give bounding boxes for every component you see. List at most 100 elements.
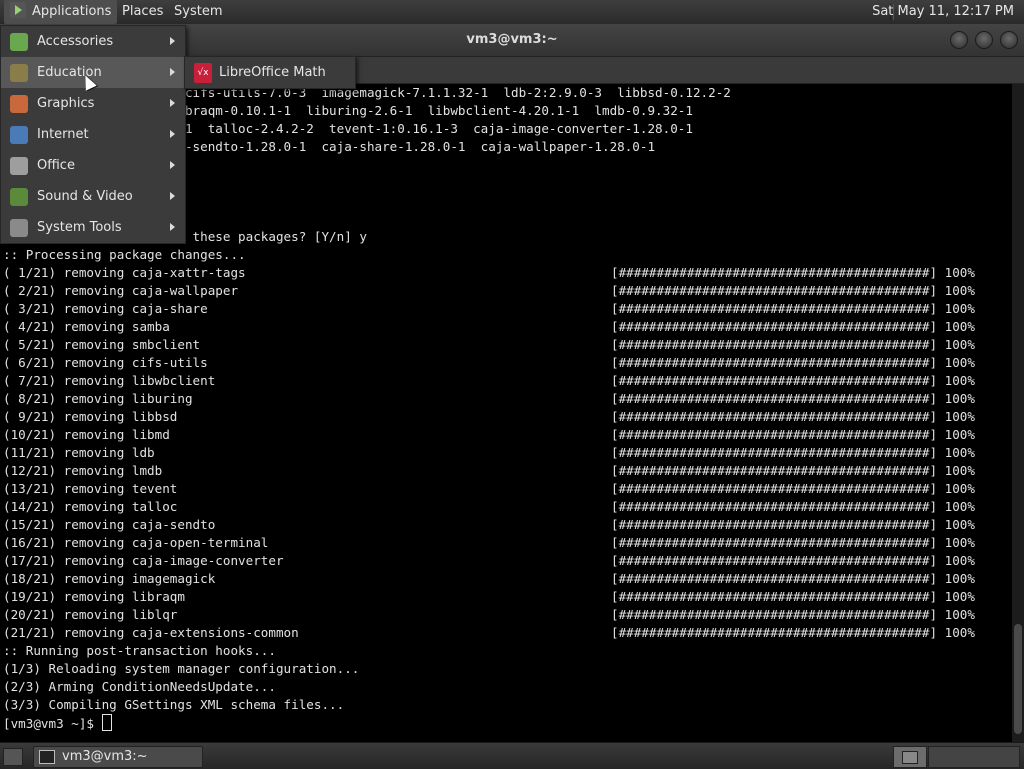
workspace-1[interactable] xyxy=(893,746,927,768)
terminal-line: ( 2/21) removing caja-wallpaper xyxy=(3,283,239,298)
terminal-line: (2/3) Arming ConditionNeedsUpdate... xyxy=(3,679,276,694)
submenu-item-label: LibreOffice Math xyxy=(219,65,326,80)
terminal-line: [vm3@vm3 ~]$ xyxy=(3,714,112,733)
terminal-line: (12/21) removing lmdb xyxy=(3,463,163,478)
menu-item-label: Office xyxy=(37,158,75,173)
menu-item-label: System Tools xyxy=(37,220,122,235)
submenu-arrow-icon xyxy=(170,130,175,138)
applications-menu[interactable]: Applications xyxy=(4,0,118,24)
accessories-icon xyxy=(10,33,28,51)
menu-item-label: Accessories xyxy=(37,34,114,49)
terminal-line: (1/3) Reloading system manager configura… xyxy=(3,661,360,676)
progress-bar-text: [#######################################… xyxy=(611,445,975,460)
terminal-line: (14/21) removing talloc xyxy=(3,499,178,514)
menu-item-office[interactable]: Office xyxy=(1,150,185,181)
terminal-line: ( 3/21) removing caja-share xyxy=(3,301,208,316)
progress-bar-text: [#######################################… xyxy=(611,571,975,586)
applications-dropdown: Accessories Education Graphics Internet Offi… xyxy=(0,25,186,244)
progress-bar-text: [#######################################… xyxy=(611,337,975,352)
menu-item-graphics[interactable]: Graphics xyxy=(1,88,185,119)
terminal-cursor xyxy=(101,714,112,731)
menu-item-accessories[interactable]: Accessories xyxy=(1,26,185,57)
progress-bar-text: [#######################################… xyxy=(611,625,975,640)
terminal-line: (15/21) removing caja-sendto xyxy=(3,517,216,532)
graphics-icon xyxy=(10,95,28,113)
progress-bar-text: [#######################################… xyxy=(611,355,975,370)
education-submenu: √x LibreOffice Math xyxy=(184,56,356,89)
scrollbar-thumb[interactable] xyxy=(1014,624,1022,734)
progress-bar-text: [#######################################… xyxy=(611,553,975,568)
menu-item-internet[interactable]: Internet xyxy=(1,119,185,150)
terminal-line: (21/21) removing caja-extensions-common xyxy=(3,625,299,640)
places-menu[interactable]: Places xyxy=(116,0,169,24)
maximize-button[interactable] xyxy=(975,31,993,49)
places-menu-label: Places xyxy=(122,4,164,19)
terminal-line: (20/21) removing liblqr xyxy=(3,607,178,622)
taskbar-button-terminal[interactable]: vm3@vm3:~ xyxy=(33,746,203,768)
progress-bar-text: [#######################################… xyxy=(611,535,975,550)
terminal-line: (11/21) removing ldb xyxy=(3,445,155,460)
terminal-line: ( 7/21) removing libwbclient xyxy=(3,373,216,388)
terminal-line: ( 5/21) removing smbclient xyxy=(3,337,201,352)
menu-item-label: Graphics xyxy=(37,96,95,111)
menu-item-label: Sound & Video xyxy=(37,189,133,204)
terminal-line: (17/21) removing caja-image-converter xyxy=(3,553,284,568)
terminal-line: :: Processing package changes... xyxy=(3,247,246,262)
terminal-line: :: Running post-transaction hooks... xyxy=(3,643,276,658)
close-button[interactable] xyxy=(1000,31,1018,49)
bottom-panel: vm3@vm3:~ xyxy=(0,742,1024,769)
education-icon xyxy=(10,64,28,82)
system-menu[interactable]: System xyxy=(168,0,228,24)
progress-bar-text: [#######################################… xyxy=(611,517,975,532)
applications-icon xyxy=(10,2,26,18)
terminal-line: (16/21) removing caja-open-terminal xyxy=(3,535,269,550)
libreoffice-math-icon: √x xyxy=(194,63,212,83)
terminal-icon xyxy=(39,750,55,764)
taskbar-button-label: vm3@vm3:~ xyxy=(62,749,148,764)
progress-bar-text: [#######################################… xyxy=(611,481,975,496)
workspace-window-thumb xyxy=(902,751,918,764)
terminal-line: ( 1/21) removing caja-xattr-tags xyxy=(3,265,246,280)
terminal-line: (18/21) removing imagemagick xyxy=(3,571,216,586)
progress-bar-text: [#######################################… xyxy=(611,463,975,478)
submenu-arrow-icon xyxy=(170,192,175,200)
submenu-item-libreoffice-math[interactable]: √x LibreOffice Math xyxy=(185,57,355,88)
progress-bar-text: [#######################################… xyxy=(611,265,975,280)
submenu-arrow-icon xyxy=(170,161,175,169)
menu-item-label: Internet xyxy=(37,127,89,142)
system-menu-label: System xyxy=(174,4,223,19)
progress-bar-text: [#######################################… xyxy=(611,373,975,388)
show-desktop-button[interactable] xyxy=(3,748,23,766)
terminal-line: ( 8/21) removing liburing xyxy=(3,391,193,406)
minimize-button[interactable] xyxy=(950,31,968,49)
progress-bar-text: [#######################################… xyxy=(611,319,975,334)
progress-bar-text: [#######################################… xyxy=(611,499,975,514)
submenu-arrow-icon xyxy=(170,99,175,107)
submenu-arrow-icon xyxy=(170,223,175,231)
progress-bar-text: [#######################################… xyxy=(611,589,975,604)
progress-bar-text: [#######################################… xyxy=(611,409,975,424)
internet-icon xyxy=(10,126,28,144)
applications-menu-label: Applications xyxy=(32,4,112,19)
office-icon xyxy=(10,157,28,175)
menu-item-system-tools[interactable]: System Tools xyxy=(1,212,185,243)
terminal-line: ( 6/21) removing cifs-utils xyxy=(3,355,208,370)
progress-bar-text: [#######################################… xyxy=(611,301,975,316)
sound-video-icon xyxy=(10,188,28,206)
terminal-line: ( 4/21) removing samba xyxy=(3,319,170,334)
clock[interactable]: Sat May 11, 12:17 PM xyxy=(866,0,1020,24)
top-panel: Applications Places System Sat May 11, 1… xyxy=(0,0,1024,25)
progress-bar-text: [#######################################… xyxy=(611,427,975,442)
menu-item-sound-video[interactable]: Sound & Video xyxy=(1,181,185,212)
system-tools-icon xyxy=(10,219,28,237)
terminal-line: (19/21) removing libraqm xyxy=(3,589,185,604)
workspace-2[interactable] xyxy=(928,746,1020,768)
submenu-arrow-icon xyxy=(170,37,175,45)
terminal-line: ( 9/21) removing libbsd xyxy=(3,409,178,424)
progress-bar-text: [#######################################… xyxy=(611,283,975,298)
terminal-line: (13/21) removing tevent xyxy=(3,481,178,496)
progress-bar-text: [#######################################… xyxy=(611,607,975,622)
submenu-arrow-icon xyxy=(170,68,175,76)
terminal-scrollbar[interactable] xyxy=(1012,84,1024,742)
terminal-line: (10/21) removing libmd xyxy=(3,427,170,442)
